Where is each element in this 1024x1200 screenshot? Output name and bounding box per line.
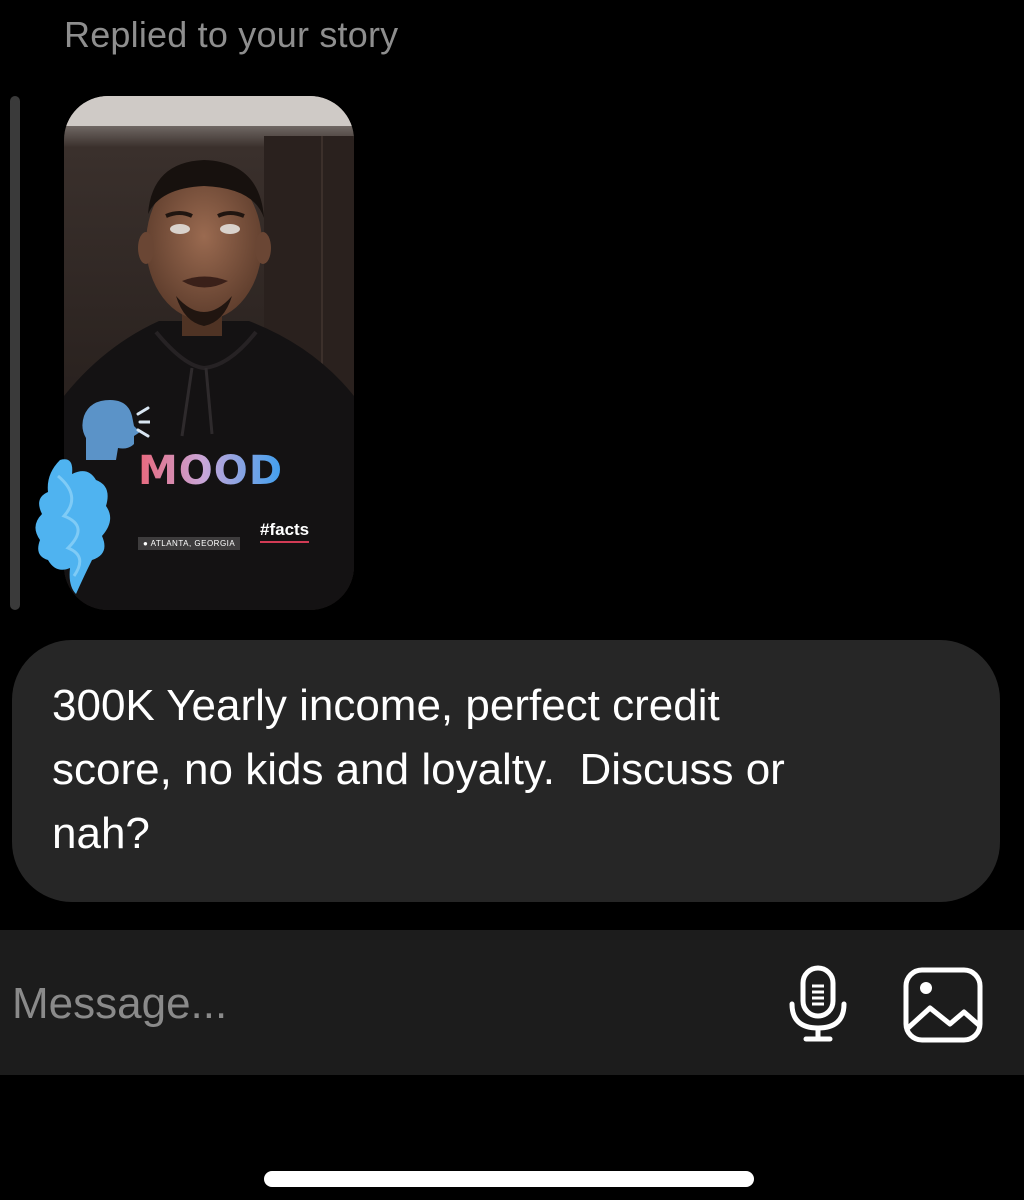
location-sticker: ● ATLANTA, GEORGIA (138, 537, 241, 550)
location-pin-icon: ● (143, 539, 149, 548)
gallery-button[interactable] (902, 966, 984, 1044)
message-bubble[interactable]: 300K Yearly income, perfect credit score… (12, 640, 1000, 902)
redaction-scribble (35, 459, 111, 594)
mood-sticker: MOOD (138, 448, 284, 494)
home-indicator[interactable] (264, 1171, 754, 1187)
reply-caption: Replied to your story (64, 14, 399, 55)
hashtag-sticker: #facts (260, 520, 310, 543)
image-icon (903, 967, 983, 1043)
location-label: ATLANTA, GEORGIA (150, 539, 236, 548)
message-text: 300K Yearly income, perfect credit score… (52, 681, 785, 858)
microphone-button[interactable] (788, 964, 848, 1044)
message-composer (0, 930, 1024, 1075)
microphone-icon (789, 965, 847, 1042)
message-input[interactable] (12, 974, 752, 1034)
story-reply-indicator-bar (10, 96, 20, 610)
